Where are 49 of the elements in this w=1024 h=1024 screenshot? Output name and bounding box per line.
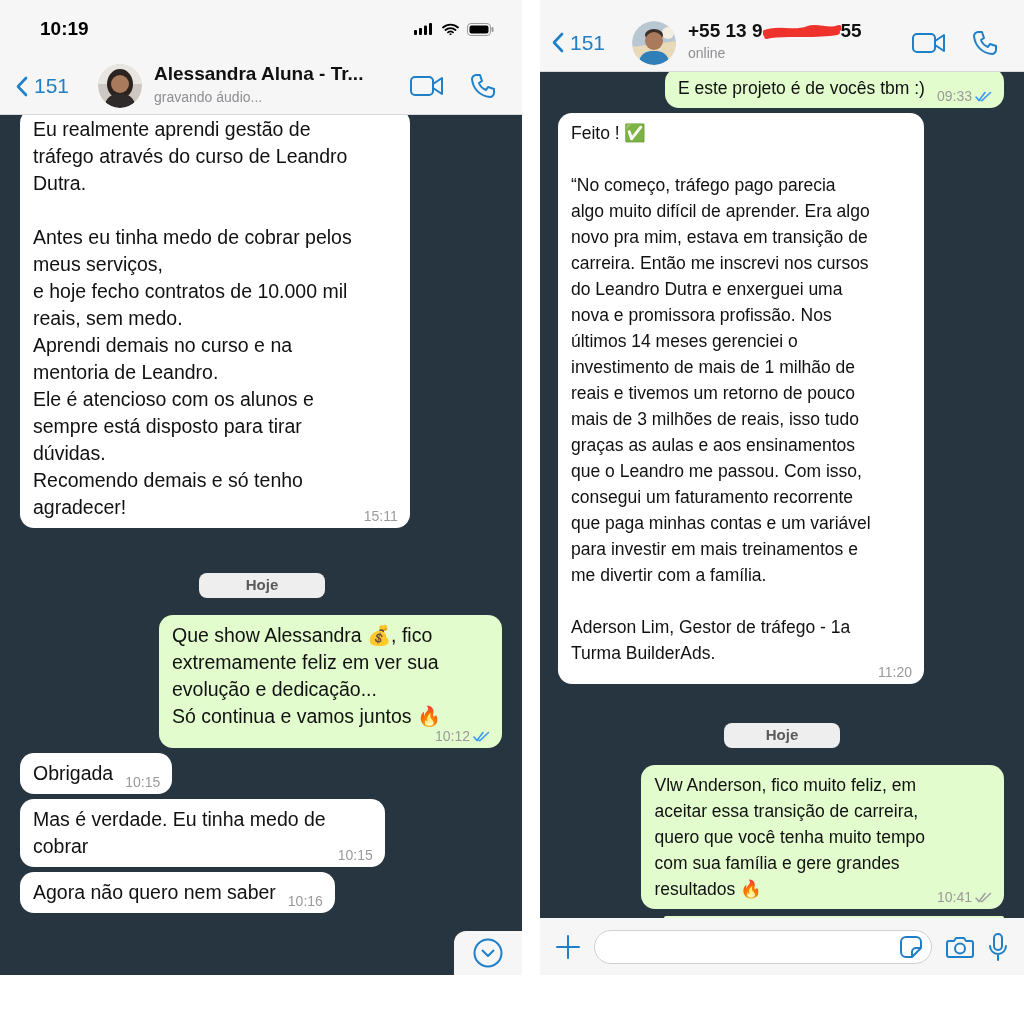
plus-icon — [556, 934, 580, 959]
message-input[interactable] — [594, 929, 932, 964]
message-time: 10:41 — [936, 889, 972, 905]
chevron-down-icon — [473, 938, 503, 968]
message-time: 10:12 — [434, 728, 470, 744]
message-text: Obrigada — [33, 760, 114, 786]
message-text: Eu realmente aprendi gestão de tráfego através do curso de Leandro Dutra. Antes eu tinha medo de cobrar pelos meus serviços, e hoje fecho contratos de 10.000 mil reais, sem medo. Aprendi demais no curso e na mentoria de Leandro. Ele é atencioso com os alunos e sempre está disposto para tirar dúvidas. Recomendo demais e só tenho agradecer! — [33, 117, 352, 520]
contact-name: 55 — [840, 19, 862, 42]
video-call-button[interactable] — [410, 75, 444, 97]
camera-icon — [946, 934, 974, 959]
sticker-icon — [899, 934, 923, 959]
date-label: Hoje — [724, 723, 840, 748]
message-text: Agora não quero nem saber — [33, 879, 276, 905]
video-camera-icon — [912, 31, 946, 54]
attach-button[interactable] — [556, 934, 580, 959]
signal-icon — [414, 23, 434, 35]
camera-button[interactable] — [946, 934, 974, 959]
date-label: Hoje — [199, 573, 325, 598]
wifi-icon — [442, 23, 459, 35]
message-time: 10:15 — [125, 774, 161, 790]
message-time: 10:16 — [287, 893, 323, 909]
scroll-down-button[interactable] — [454, 931, 522, 975]
back-link[interactable]: 151 — [540, 26, 632, 59]
contact-name: Alessandra Aluna - Tr... — [154, 63, 364, 85]
message-time: 15:11 — [363, 509, 398, 524]
message-time: 10:15 — [337, 847, 373, 863]
status-time: 10:19 — [40, 16, 89, 41]
video-camera-icon — [410, 75, 444, 97]
message-time: 09:33 — [936, 89, 972, 104]
phone-icon — [470, 73, 496, 99]
message-text: Feito ! ✅ “No começo, tráfego pago parecia algo muito difícil de aprender. Era algo novo pra mim, estava em transição de carreira. Então me inscrevi nos cursos do Leandro Dutra e enxerguei uma nova e promissora profissão. Nos últimos 14 meses gerenciei o investimento de mais de 1 milhão de reais e tivemos um retorno de pouco mais de 3 milhões de reais, isso tudo graças as aulas e aos ensinamentos que o Leandro me passou. Com isso, consegui um faturamento recorrente que paga minhas contas e um variável para investir em mais treinamentos e me divertir com a família. Aderson Lim, Gestor de tráfego - 1a Turma BuilderAds. — [571, 122, 871, 665]
contact-name: +55 13 9 — [688, 19, 763, 42]
message-text: E este projeto é de vocês tbm :) — [677, 77, 925, 100]
microphone-button[interactable] — [988, 932, 1008, 961]
video-call-button[interactable] — [912, 31, 946, 54]
call-button[interactable] — [470, 73, 496, 99]
chevron-left-icon — [16, 75, 28, 97]
message-text: Vlw Anderson, fico muito feliz, em aceitar essa transição de carreira, quero que você tenha muito tempo com sua família e gere grandes resultados 🔥 — [654, 773, 925, 901]
battery-icon — [467, 22, 494, 36]
call-button[interactable] — [972, 29, 998, 56]
message-text: Mas é verdade. Eu tinha medo de cobrar — [33, 806, 326, 859]
message-text: Que show Alessandra 💰, fico extremamente feliz em ver sua evolução e dedicação... Só continua e vamos juntos 🔥 — [172, 622, 441, 729]
message-time: 11:20 — [878, 665, 912, 680]
contact-status: online — [688, 45, 726, 63]
microphone-icon — [988, 932, 1008, 961]
back-link[interactable]: 151 — [0, 70, 98, 102]
contact-status: gravando áudio... — [154, 88, 263, 106]
chevron-left-icon — [552, 32, 564, 53]
phone-icon — [972, 29, 998, 56]
